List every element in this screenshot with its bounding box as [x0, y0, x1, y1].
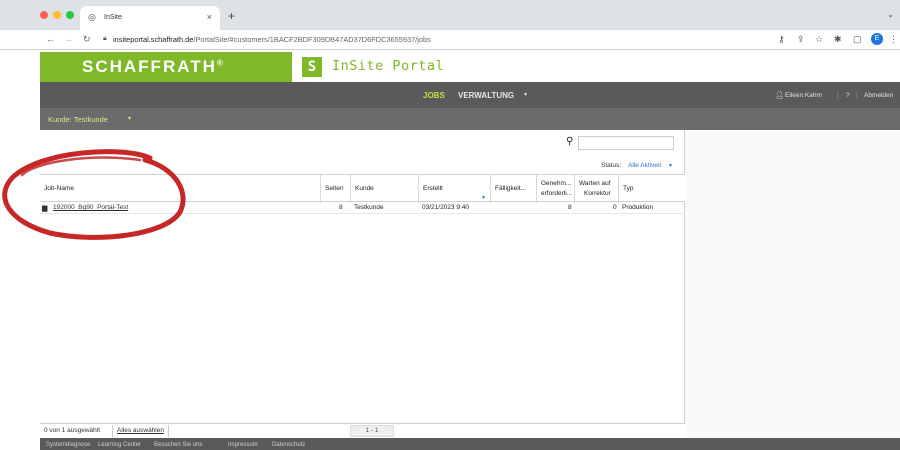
- col-waiting-label: Warten auf Korrektur: [579, 179, 611, 199]
- window-close-button[interactable]: [40, 11, 48, 19]
- browser-tab-bar: ◎ InSite × + ⌄: [0, 0, 900, 30]
- browser-tab[interactable]: ◎ InSite ×: [80, 6, 220, 30]
- portal-logo-icon: S: [302, 57, 322, 77]
- user-name[interactable]: Eileen Kahm: [785, 92, 822, 99]
- col-waiting-label-1: Warten auf: [579, 180, 611, 187]
- cell-approval: 8: [568, 204, 572, 211]
- col-pages[interactable]: Seiten: [320, 175, 350, 203]
- col-approval-label: Genehm... erforderli...: [541, 179, 572, 199]
- search-icon[interactable]: ⚲: [566, 136, 573, 147]
- share-icon[interactable]: ⇪: [797, 34, 805, 45]
- col-approval[interactable]: Genehm... erforderli...: [536, 175, 574, 203]
- col-customer-label: Kunde: [355, 185, 374, 192]
- footer-link-imprint[interactable]: Impressum: [228, 442, 258, 448]
- browser-menu-icon[interactable]: ⋮: [889, 34, 898, 45]
- logout-link[interactable]: Abmelden: [864, 92, 893, 99]
- col-approval-label-2: erforderli...: [541, 190, 573, 197]
- customer-caret-icon[interactable]: ▾: [128, 115, 131, 122]
- brand-block: SCHAFFRATH®: [40, 52, 292, 82]
- page-range: 1 - 1: [350, 425, 394, 437]
- url-domain: insiteportal.schaffrath.de: [113, 35, 194, 44]
- sidepanel-icon[interactable]: ▢: [853, 34, 862, 45]
- jobs-panel: ⚲ Status: Alle Aktiven ▾ Job-Name Seiten…: [40, 130, 685, 438]
- footer-link-learning[interactable]: Learning Center: [98, 442, 141, 448]
- cell-type: Produktion: [622, 204, 654, 211]
- col-due[interactable]: Fälligkeit...: [490, 175, 536, 203]
- job-name-link[interactable]: 192000_Bg90_Portal-Test: [53, 204, 128, 211]
- window-zoom-button[interactable]: [66, 11, 74, 19]
- lock-icon: 🔒︎: [103, 35, 107, 42]
- col-customer[interactable]: Kunde: [350, 175, 418, 203]
- main-nav: JOBS VERWALTUNG ▾ 👤︎ Eileen Kahm | ? | A…: [40, 82, 900, 108]
- search-input[interactable]: [578, 136, 674, 150]
- tab-list-chevron-icon[interactable]: ⌄: [887, 10, 894, 19]
- nav-divider: |: [837, 92, 839, 99]
- company-logo[interactable]: SCHAFFRATH®: [82, 57, 225, 77]
- col-type-label: Typ: [623, 185, 634, 192]
- nav-verwaltung[interactable]: VERWALTUNG: [458, 91, 514, 100]
- new-tab-button[interactable]: +: [228, 9, 235, 23]
- company-name: SCHAFFRATH: [82, 57, 217, 76]
- footer-link-privacy[interactable]: Datenschutz: [272, 442, 305, 448]
- tab-close-icon[interactable]: ×: [207, 12, 212, 22]
- extensions-icon[interactable]: ✱: [834, 34, 842, 45]
- footer-link-diagnostics[interactable]: Systemdiagnose: [46, 442, 90, 448]
- col-created[interactable]: Erstellt ▼: [418, 175, 490, 203]
- status-filter[interactable]: Alle Aktiven: [628, 162, 662, 169]
- col-job-name-label: Job-Name: [44, 185, 74, 192]
- user-icon: 👤︎: [775, 92, 784, 99]
- status-caret-icon[interactable]: ▾: [669, 162, 672, 169]
- col-job-name[interactable]: Job-Name: [40, 175, 320, 203]
- tab-title: InSite: [104, 14, 122, 21]
- cell-pages: 8: [339, 204, 343, 211]
- col-waiting-label-2: Korrektur: [584, 190, 611, 197]
- brand-header: SCHAFFRATH® S InSite Portal: [40, 52, 900, 82]
- cell-waiting: 0: [613, 204, 617, 211]
- nav-jobs[interactable]: JOBS: [423, 91, 445, 100]
- content-area: ⚲ Status: Alle Aktiven ▾ Job-Name Seiten…: [40, 130, 900, 438]
- customer-bar: Kunde: Testkunde ▾: [40, 108, 900, 130]
- url-path: /PortalSite/#customers/1BACF2BDF309DB47A…: [193, 35, 431, 44]
- sort-descending-icon: ▼: [481, 195, 486, 201]
- col-type[interactable]: Typ: [618, 175, 685, 203]
- cell-customer: Testkunde: [354, 204, 384, 211]
- table-row[interactable]: ▆ 192000_Bg90_Portal-Test 8 Testkunde 03…: [40, 202, 685, 214]
- star-icon[interactable]: ☆: [815, 34, 823, 45]
- footer-link-visit[interactable]: Besuchen Sie uns: [154, 442, 202, 448]
- status-label: Status:: [601, 162, 622, 169]
- url-field[interactable]: insiteportal.schaffrath.de/PortalSite/#c…: [113, 35, 431, 44]
- selection-count: 0 von 1 ausgewählt: [44, 427, 101, 434]
- select-all-link[interactable]: Alles auswählen: [112, 425, 169, 437]
- table-header: Job-Name Seiten Kunde Erstellt ▼ Fälligke…: [40, 174, 685, 203]
- col-pages-label: Seiten: [325, 185, 344, 192]
- forward-arrow-icon[interactable]: →: [64, 34, 73, 44]
- customer-selector[interactable]: Kunde: Testkunde: [48, 115, 108, 124]
- help-link[interactable]: ?: [846, 92, 850, 99]
- site-favicon-icon: ◎: [88, 12, 96, 22]
- reload-icon[interactable]: ↻: [83, 34, 91, 45]
- col-due-label: Fälligkeit...: [495, 185, 527, 192]
- back-arrow-icon[interactable]: ←: [46, 34, 55, 44]
- profile-avatar[interactable]: E: [871, 33, 883, 45]
- table-footer: 0 von 1 ausgewählt Alles auswählen 1 - 1: [40, 423, 685, 438]
- nav-divider: |: [856, 92, 858, 99]
- registered-mark: ®: [216, 58, 225, 68]
- key-icon[interactable]: ⚷: [778, 34, 785, 45]
- cell-created: 03/21/2023 9:40: [422, 204, 469, 211]
- address-bar: ← → ↻ 🔒︎ insiteportal.schaffrath.de/Port…: [0, 30, 900, 50]
- page-footer: Systemdiagnose Learning Center Besuchen …: [40, 438, 900, 450]
- job-briefcase-icon: ▆: [42, 205, 48, 212]
- portal-title: InSite Portal: [332, 58, 445, 74]
- col-approval-label-1: Genehm...: [541, 180, 572, 187]
- col-waiting[interactable]: Warten auf Korrektur: [574, 175, 618, 203]
- nav-verwaltung-caret-icon[interactable]: ▾: [524, 91, 527, 98]
- col-created-label: Erstellt: [423, 185, 443, 192]
- window-minimize-button[interactable]: [53, 11, 61, 19]
